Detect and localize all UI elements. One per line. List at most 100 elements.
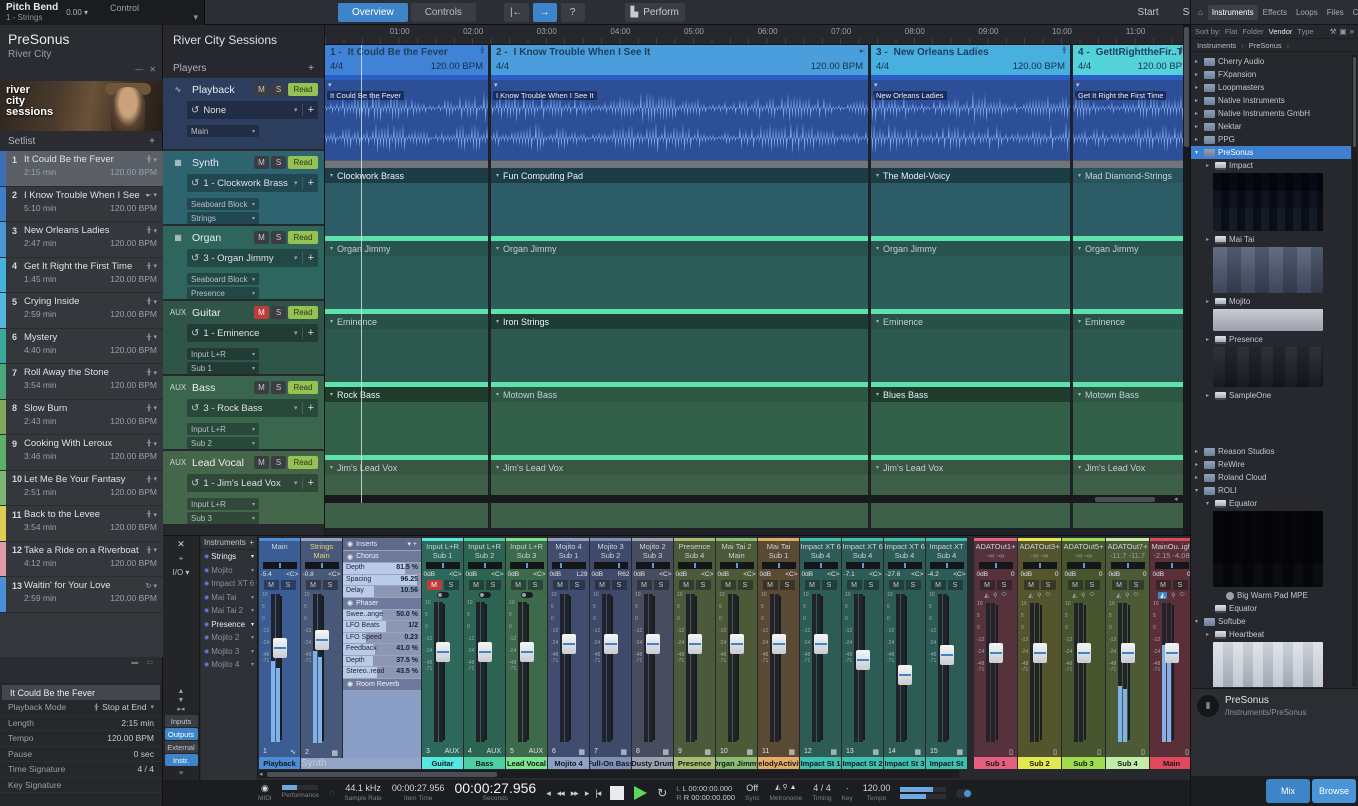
- patch-cell[interactable]: ▾Motown Bass: [491, 382, 868, 455]
- chevron-down-icon[interactable]: ▾: [330, 318, 333, 325]
- pan-control[interactable]: [678, 562, 712, 569]
- power-icon[interactable]: ◉: [204, 634, 209, 641]
- power-icon[interactable]: ◉: [204, 553, 209, 560]
- player-card-lead-vocal[interactable]: AUXLead VocalMSRead↺1 - Jim's Lead Vox▾+…: [163, 451, 324, 524]
- instrument-list-item[interactable]: ◉Impact XT 6▾: [201, 577, 257, 591]
- mixer-filter-inputs[interactable]: Inputs: [165, 715, 198, 727]
- channel-strip-sub-2[interactable]: ADATOut3+4-∞ -∞0dB0MS◭⚲⬭1050-12-24-48-71…: [1018, 538, 1061, 769]
- breadcrumb-item[interactable]: Instruments: [1197, 41, 1236, 50]
- solo-button[interactable]: S: [906, 580, 921, 590]
- chevron-down-icon[interactable]: ▾: [876, 391, 879, 398]
- patch-cell[interactable]: ▾Jim's Lead Vox: [871, 455, 1070, 528]
- setlist-item[interactable]: 2I Know Trouble When I See It-▸-▾5:10 mi…: [0, 187, 163, 223]
- solo-button[interactable]: S: [1085, 580, 1100, 590]
- solo-button[interactable]: S: [323, 580, 338, 590]
- patch-cell[interactable]: ▾Organ Jimmy: [491, 236, 868, 309]
- channel-name-label[interactable]: Lead Vocal: [506, 757, 547, 769]
- player-card-playback[interactable]: ∿PlaybackMSRead↺None▾+Main▾: [163, 78, 324, 149]
- chevron-down-icon[interactable]: ▾: [251, 661, 254, 668]
- solo-button[interactable]: S: [654, 580, 669, 590]
- setlist-item[interactable]: 5Crying Inside-||-▾2:59 min120.00 BPM: [0, 293, 163, 329]
- solo-button[interactable]: S: [271, 381, 286, 394]
- talkback-icon[interactable]: ⚲: [1081, 592, 1085, 599]
- chevron-down-icon[interactable]: ▾: [294, 329, 298, 337]
- patch-cell[interactable]: ▾Iron Strings: [491, 309, 868, 382]
- channel-name-label[interactable]: Playback: [259, 757, 300, 769]
- channel-strip-guitar[interactable]: Input L+RSub 10dB<C>MS1050-12-24-48-713A…: [422, 538, 463, 769]
- fader-handle[interactable]: [436, 642, 450, 662]
- next-marker-button[interactable]: ▸: [585, 788, 589, 799]
- plugin-thumbnail-sampleone[interactable]: [1213, 403, 1323, 443]
- patch-cell[interactable]: ▾Clockwork Brass: [325, 168, 488, 236]
- fader-handle[interactable]: [273, 638, 287, 658]
- tree-item-ppg[interactable]: ▸PPG: [1191, 133, 1351, 146]
- collapsed-caret-icon[interactable]: ▸: [1206, 162, 1212, 169]
- add-patch-button[interactable]: +: [302, 327, 314, 339]
- pan-control[interactable]: [1023, 562, 1057, 569]
- chevron-down-icon[interactable]: ▾: [251, 594, 254, 601]
- routing-selector[interactable]: Input L+R▾: [187, 348, 259, 360]
- mute-button[interactable]: M: [254, 231, 269, 244]
- patch-cell[interactable]: ▾Eminence: [1073, 309, 1187, 382]
- list-view-icon[interactable]: ≡: [1350, 27, 1354, 36]
- tree-item-impact[interactable]: ▸Impact: [1191, 159, 1351, 172]
- volume-readout[interactable]: -4.2: [928, 571, 939, 578]
- channel-name-label[interactable]: Bass: [464, 757, 505, 769]
- fader-handle[interactable]: [646, 634, 660, 654]
- chevron-down-icon[interactable]: ▾: [153, 369, 157, 377]
- tree-item-big-warm-pad-mpe[interactable]: Big Warm Pad MPE: [1191, 589, 1351, 602]
- channel-strip-sub-3[interactable]: ADATOut5+6-∞ -∞0dB0MS◭⚲⬭1050-12-24-48-71…: [1062, 538, 1105, 769]
- loop-range-display[interactable]: LL 00:00:00.000 RR 00:00:00.000: [676, 784, 735, 802]
- timeline-ruler[interactable]: 01:0002:0003:0004:0005:0006:0007:0008:00…: [325, 25, 1190, 45]
- setlist-item[interactable]: 13Waitin' for Your Love↻▾2:59 min120.00 …: [0, 577, 163, 613]
- bank-up-down-icons[interactable]: ▲▼: [178, 687, 185, 705]
- tree-item-roli[interactable]: ▾ROLI: [1191, 484, 1351, 497]
- pan-control[interactable]: [594, 562, 628, 569]
- home-icon[interactable]: ⌂: [1194, 5, 1207, 20]
- patch-cell-header[interactable]: ▾Fun Computing Pad: [491, 168, 868, 183]
- instrument-list-item[interactable]: ◉Mojito▾: [201, 564, 257, 578]
- read-automation-button[interactable]: Read: [288, 156, 318, 169]
- insert-param[interactable]: Swee..ange50.0 %: [343, 610, 421, 621]
- volume-readout[interactable]: -0.8: [303, 571, 314, 578]
- tree-item-native-instruments-gmbh[interactable]: ▸Native Instruments GmbH: [1191, 107, 1351, 120]
- volume-readout[interactable]: 0dB: [424, 571, 436, 578]
- patch-selector[interactable]: ↺1 - Clockwork Brass▾+: [187, 174, 318, 192]
- plugin-thumbnail-mojito[interactable]: [1213, 309, 1323, 331]
- chevron-down-icon[interactable]: ▾: [294, 404, 298, 412]
- chevron-down-icon[interactable]: ▾: [876, 245, 879, 252]
- pan-control[interactable]: [510, 562, 544, 569]
- mute-button[interactable]: M: [637, 580, 652, 590]
- instrument-list-item[interactable]: ◉Mojito 4▾: [201, 658, 257, 672]
- tree-item-equator[interactable]: Equator: [1191, 602, 1351, 615]
- toggle-icon[interactable]: ⬭: [1133, 592, 1138, 599]
- macro-dropdown-caret[interactable]: ▾: [193, 12, 198, 23]
- patch-cell-header[interactable]: ▾Jim's Lead Vox: [325, 460, 488, 475]
- chevron-down-icon[interactable]: ▾: [496, 464, 499, 471]
- patch-cell[interactable]: ▾Eminence: [325, 309, 488, 382]
- return-to-start-button[interactable]: |◂: [595, 788, 600, 799]
- channel-strip-bass[interactable]: Input L+RSub 20dB<C>MS1050-12-24-48-714A…: [464, 538, 505, 769]
- channel-strip-sub-4[interactable]: ADATOut7+8-11.7 -11.70dB0MS◭⚲⬭1050-12-24…: [1106, 538, 1149, 769]
- tree-item-reason-studios[interactable]: ▸Reason Studios: [1191, 445, 1351, 458]
- routing-selector[interactable]: Presence▾: [187, 287, 259, 299]
- pan-readout[interactable]: 0: [1011, 571, 1015, 578]
- key-display[interactable]: · Key: [842, 783, 853, 804]
- song-column[interactable]: 2 -I Know Trouble When I See It-▸-4/4120…: [491, 45, 868, 523]
- routing-selector[interactable]: Seaboard Block▾: [187, 198, 259, 210]
- patch-cell[interactable]: ▾Eminence: [871, 309, 1070, 382]
- routing-selector[interactable]: Input L+R▾: [187, 498, 259, 510]
- fader-handle[interactable]: [898, 665, 912, 685]
- chevron-down-icon[interactable]: ▾: [153, 582, 157, 590]
- solo-button[interactable]: S: [780, 580, 795, 590]
- pan-readout[interactable]: <C>: [827, 571, 839, 578]
- instrument-list-item[interactable]: ◉Mojito 2▾: [201, 631, 257, 645]
- toggle-icon[interactable]: ⬭: [1001, 592, 1006, 599]
- channel-strip-impact-st[interactable]: Impact XTSub 4-4.2<C>MS1050-12-24-48-711…: [926, 538, 967, 769]
- fast-forward-button[interactable]: ▸▸: [571, 788, 578, 799]
- mute-button[interactable]: M: [254, 456, 269, 469]
- channel-name-label[interactable]: Presence: [674, 757, 715, 769]
- power-icon[interactable]: ◉: [347, 599, 353, 607]
- instrument-list-item[interactable]: ◉Mojito 3▾: [201, 645, 257, 659]
- setlist-item[interactable]: 6Mystery-||-▾4:40 min120.00 BPM: [0, 329, 163, 365]
